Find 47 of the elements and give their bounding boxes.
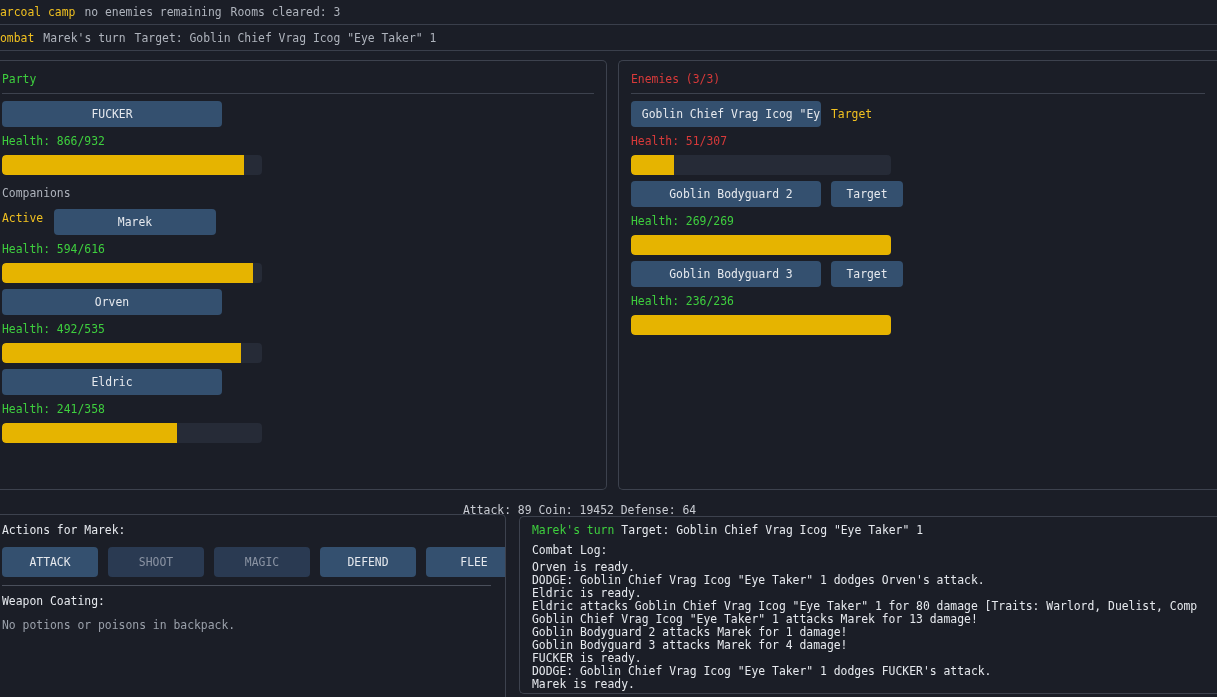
enemies-status: no enemies remaining (84, 5, 222, 19)
log-line: FUCKER is ready. (532, 652, 642, 665)
active-label: Active (2, 211, 44, 225)
combat-label: ombat (0, 30, 35, 45)
log-line: Eldric attacks Goblin Chief Vrag Icog "Eye Taker" 1 for 80 damage [Traits: Warlord, Duelist, Comp (532, 600, 1199, 613)
character-button[interactable]: Eldric (2, 369, 222, 395)
target-button[interactable]: Target (831, 261, 903, 287)
stats-label: Attack: 89 Coin: 19452 Defense: 64 (463, 503, 697, 517)
health-label: Health: 594/616 (2, 241, 106, 258)
panel-title: Enemies (3/3) (631, 61, 1205, 94)
rooms-cleared: Rooms cleared: 3 (230, 5, 341, 19)
health-label: Health: 236/236 (631, 293, 735, 310)
health-label: Health: 269/269 (631, 213, 735, 230)
section-label: Companions (2, 185, 72, 202)
target-label: Target: Goblin Chief Vrag Icog "Eye Taker" 1 (621, 523, 924, 539)
coating-note: No potions or poisons in backpack. (2, 618, 237, 632)
health-label: Health: 51/307 (631, 133, 728, 150)
character-button[interactable]: Marek (54, 209, 216, 235)
turn-label: Marek's turn (532, 523, 615, 539)
action-button[interactable]: DEFEND (320, 547, 416, 577)
log-line: Goblin Bodyguard 2 attacks Marek for 1 damage! (532, 626, 849, 639)
action-button[interactable]: FLEE (426, 547, 505, 577)
log-line: DODGE: Goblin Chief Vrag Icog "Eye Taker" 1 dodges FUCKER's attack. (532, 665, 993, 678)
target-label: Target (830, 107, 873, 121)
enemy-button[interactable]: Goblin Bodyguard 3 (631, 261, 821, 287)
coating-title: Weapon Coating: (2, 594, 106, 610)
target-label: Target: Goblin Chief Vrag Icog "Eye Taker" 1 (134, 30, 437, 45)
log-line: DODGE: Goblin Chief Vrag Icog "Eye Taker" 1 dodges Orven's attack. (532, 574, 986, 587)
health-label: Health: 866/932 (2, 133, 106, 150)
action-button[interactable]: ATTACK (2, 547, 98, 577)
log-line: Goblin Chief Vrag Icog "Eye Taker" 1 attacks Marek for 13 damage! (532, 613, 979, 626)
character-button[interactable]: FUCKER (2, 101, 222, 127)
enemy-button[interactable]: Goblin Bodyguard 2 (631, 181, 821, 207)
actions-title: Actions for Marek: (2, 523, 127, 539)
health-label: Health: 241/358 (2, 401, 106, 418)
log-line: Goblin Bodyguard 3 attacks Marek for 4 damage! (532, 639, 849, 652)
target-button[interactable]: Target (831, 181, 903, 207)
log-title: Combat Log: (532, 543, 609, 559)
enemy-button[interactable]: Goblin Chief Vrag Icog "Ey (631, 101, 821, 127)
turn-label: Marek's turn (43, 30, 126, 45)
health-label: Health: 492/535 (2, 321, 106, 338)
location-label: arcoal camp (0, 5, 76, 19)
log-line: Marek is ready. (532, 678, 636, 691)
log-line: Eldric is ready. (532, 587, 642, 600)
character-button[interactable]: Orven (2, 289, 222, 315)
log-line: Orven is ready. (532, 561, 636, 574)
panel-title: Party (2, 61, 594, 94)
